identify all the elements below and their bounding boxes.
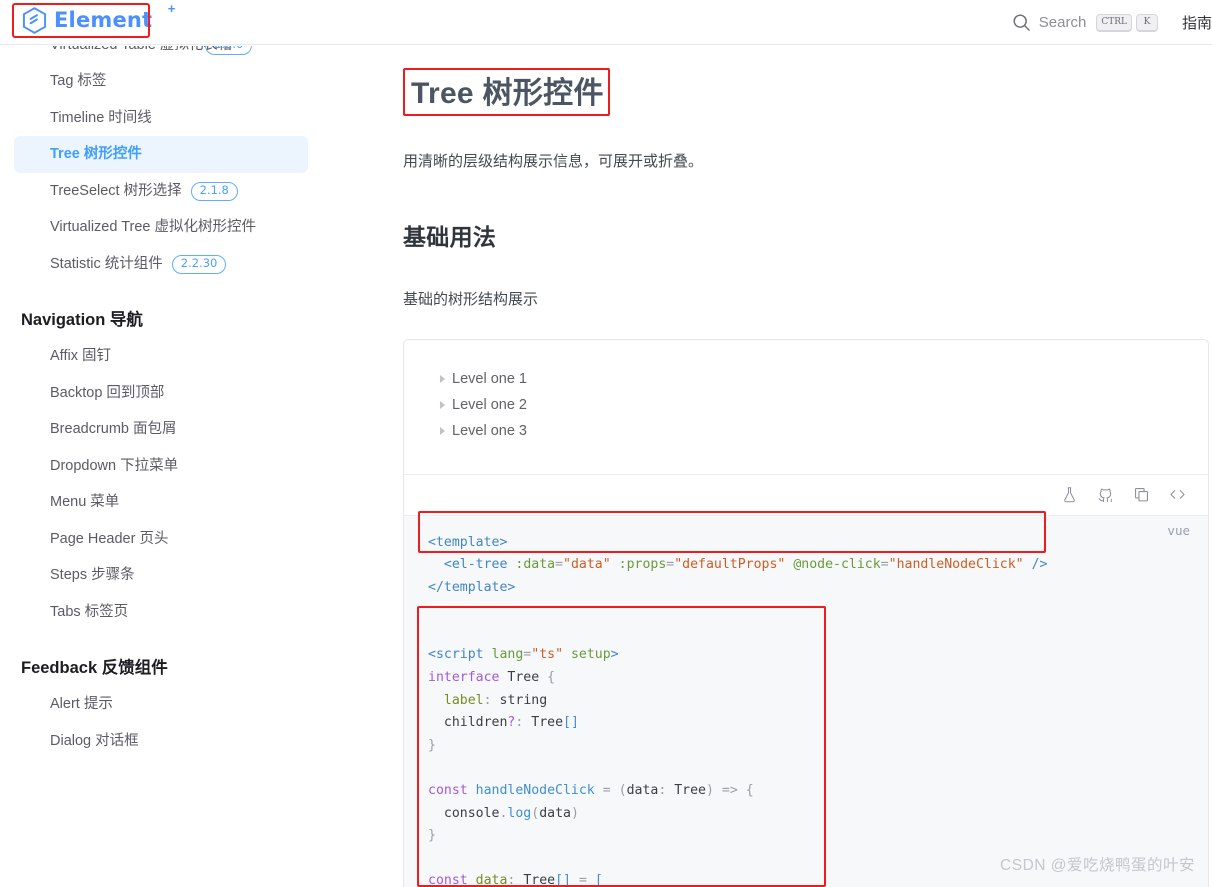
sidebar[interactable]: Virtualized Table 虚拟化表格 2.2.0 Tag 标签 Tim… <box>0 46 330 887</box>
sidebar-item-label: Virtualized Tree 虚拟化树形控件 <box>50 219 257 236</box>
section-title-basic-usage: 基础用法 <box>403 223 497 250</box>
search-button[interactable]: Search CTRL K <box>1002 8 1168 38</box>
demo-preview: Level one 1 Level one 2 Level one 3 <box>404 340 1208 474</box>
chevron-right-icon[interactable] <box>440 426 445 435</box>
sidebar-item-dialog[interactable]: Dialog 对话框 <box>14 723 308 759</box>
sidebar-item-steps[interactable]: Steps 步骤条 <box>14 557 308 593</box>
copy-icon[interactable] <box>1133 486 1150 503</box>
brand-superscript: + <box>167 1 176 16</box>
flask-playground-icon[interactable] <box>1061 486 1078 503</box>
search-shortcut-keys: CTRL K <box>1096 13 1158 32</box>
sidebar-item-treeselect[interactable]: TreeSelect 树形选择 2.1.8 <box>14 173 308 209</box>
chevron-right-icon[interactable] <box>440 400 445 409</box>
tree-node[interactable]: Level one 3 <box>432 418 1180 444</box>
sidebar-group-title-feedback: Feedback 反馈组件 <box>21 659 168 678</box>
section-description: 基础的树形结构展示 <box>403 290 539 308</box>
sidebar-item-tag[interactable]: Tag 标签 <box>14 63 308 99</box>
sidebar-item-timeline[interactable]: Timeline 时间线 <box>14 100 308 136</box>
sidebar-item-label: Statistic 统计组件 <box>50 255 163 272</box>
sidebar-item-backtop[interactable]: Backtop 回到顶部 <box>14 375 308 411</box>
sidebar-item-breadcrumb[interactable]: Breadcrumb 面包屑 <box>14 411 308 447</box>
tree-node[interactable]: Level one 1 <box>432 366 1180 392</box>
sidebar-item-page-header[interactable]: Page Header 页头 <box>14 521 308 557</box>
version-badge: 2.2.30 <box>171 254 227 274</box>
page-title: Tree 树形控件 <box>411 77 604 110</box>
sidebar-item-menu[interactable]: Menu 菜单 <box>14 484 308 520</box>
code-block[interactable]: <template> <el-tree :data="data" :props=… <box>404 532 1208 887</box>
sidebar-item-statistic[interactable]: Statistic 统计组件 2.2.30 <box>14 246 308 282</box>
tree-node-label: Level one 3 <box>452 422 527 439</box>
version-badge: 2.2.0 <box>205 46 253 55</box>
page-root: Element + Search CTRL K 指南 Virtualized T… <box>0 0 1212 887</box>
sidebar-item-dropdown[interactable]: Dropdown 下拉菜单 <box>14 448 308 484</box>
demo-card: Level one 1 Level one 2 Level one 3 vue … <box>403 338 1209 887</box>
sidebar-item-label: Alert 提示 <box>50 696 113 713</box>
sidebar-item-label: Dialog 对话框 <box>50 732 139 749</box>
sidebar-item-label: Affix 固钉 <box>50 348 111 365</box>
sidebar-item-label: Menu 菜单 <box>50 494 120 511</box>
sidebar-item-affix[interactable]: Affix 固钉 <box>14 338 308 374</box>
demo-toolbar <box>404 473 1208 515</box>
tree-node-label: Level one 1 <box>452 370 527 387</box>
app-header: Element + Search CTRL K 指南 <box>0 0 1212 45</box>
tree-node-label: Level one 2 <box>452 396 527 413</box>
kbd-k: K <box>1135 13 1158 32</box>
main-content: Tree 树形控件 用清晰的层级结构展示信息，可展开或折叠。 基础用法 基础的树… <box>330 46 1212 887</box>
sidebar-item-alert[interactable]: Alert 提示 <box>14 686 308 722</box>
sidebar-item-label: Steps 步骤条 <box>50 567 135 584</box>
search-icon <box>1013 14 1030 31</box>
brand-logo-link[interactable]: Element + <box>14 1 175 38</box>
sidebar-item-tree[interactable]: Tree 树形控件 <box>14 136 308 173</box>
code-brackets-icon[interactable] <box>1169 486 1186 503</box>
sidebar-item-label: Backtop 回到顶部 <box>50 384 165 401</box>
sidebar-item-virtualized-tree[interactable]: Virtualized Tree 虚拟化树形控件 <box>14 209 308 245</box>
sidebar-item-virtualized-table[interactable]: Virtualized Table 虚拟化表格 2.2.0 <box>14 46 292 63</box>
sidebar-item-tabs[interactable]: Tabs 标签页 <box>14 594 308 630</box>
sidebar-item-label: Tag 标签 <box>50 73 107 90</box>
sidebar-item-label: Timeline 时间线 <box>50 109 152 126</box>
version-badge: 2.1.8 <box>190 181 238 201</box>
sidebar-group-title-navigation: Navigation 导航 <box>21 311 143 330</box>
sidebar-item-label: Dropdown 下拉菜单 <box>50 457 179 474</box>
nav-item-guide[interactable]: 指南 <box>1182 12 1212 33</box>
page-intro: 用清晰的层级结构展示信息，可展开或折叠。 <box>403 153 704 170</box>
sidebar-item-label: TreeSelect 树形选择 <box>50 182 182 199</box>
sidebar-item-label: Breadcrumb 面包屑 <box>50 421 177 438</box>
demo-source-code: vue <template> <el-tree :data="data" :pr… <box>404 514 1208 887</box>
sidebar-item-label: Tabs 标签页 <box>50 603 129 620</box>
sidebar-item-label: Page Header 页头 <box>50 530 169 547</box>
sidebar-item-label: Tree 树形控件 <box>50 146 142 163</box>
brand-name: Element <box>54 8 153 32</box>
chevron-right-icon[interactable] <box>440 374 445 383</box>
kbd-ctrl: CTRL <box>1096 13 1132 32</box>
github-icon[interactable] <box>1097 486 1114 503</box>
search-label: Search <box>1038 14 1087 31</box>
element-hexagon-logo-icon <box>22 7 47 34</box>
tree-node[interactable]: Level one 2 <box>432 392 1180 418</box>
code-language-tag: vue <box>1167 522 1190 538</box>
header-right-cluster: Search CTRL K 指南 <box>1002 0 1212 45</box>
